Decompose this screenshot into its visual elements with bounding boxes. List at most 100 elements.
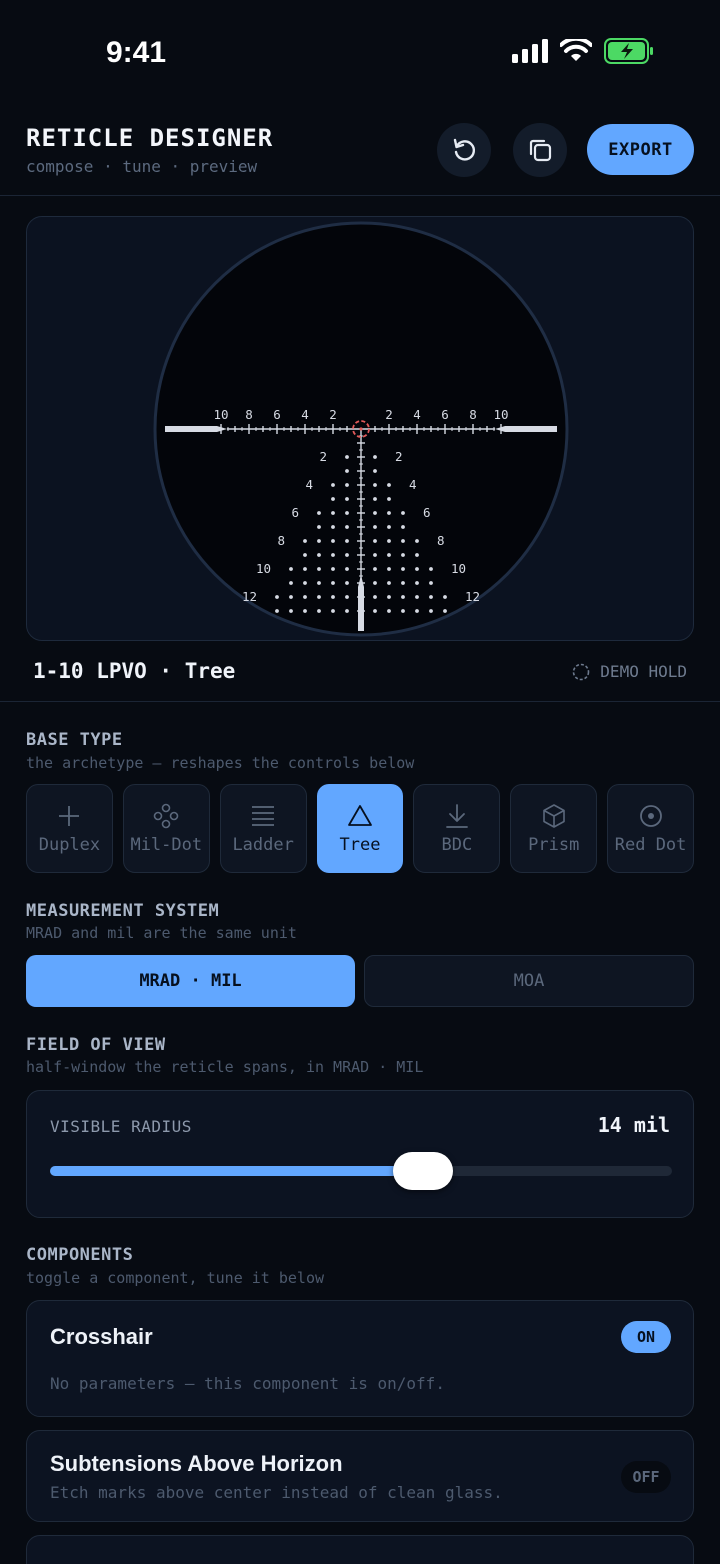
tree-dot (387, 539, 391, 543)
ladder-icon (252, 805, 275, 826)
type-label: BDC (441, 834, 473, 855)
tree-dot (373, 595, 377, 599)
reset-button[interactable] (437, 123, 491, 177)
duplicate-button[interactable] (513, 123, 567, 177)
base-type-hint: the archetype — reshapes the controls be… (26, 754, 415, 772)
tree-dot (331, 581, 335, 585)
tree-dot (373, 469, 377, 473)
fov-slider-fill (50, 1166, 424, 1176)
tree-row-label: 10 (256, 561, 271, 576)
type-label: Ladder (232, 834, 294, 855)
crosshair-toggle[interactable]: ON (621, 1321, 671, 1353)
subtensions-toggle[interactable]: OFF (621, 1461, 671, 1493)
unit-moa-button[interactable]: MOA (364, 955, 694, 1007)
fov-hint: half-window the reticle spans, in MRAD ·… (26, 1058, 424, 1076)
tree-dot (345, 553, 349, 557)
tree-dot (415, 553, 419, 557)
tree-dot (387, 581, 391, 585)
tree-dot (401, 511, 405, 515)
tree-dot (317, 539, 321, 543)
reticle-preview[interactable]: 10 8 6 4 2 2 4 6 8 10 2 2 4 4 6 6 8 8 10 10 12 12 (26, 216, 694, 641)
export-button[interactable]: EXPORT (587, 124, 694, 175)
type-prism[interactable]: Prism (510, 784, 598, 873)
tree-dot (415, 539, 419, 543)
status-bar: 9:41 (0, 0, 720, 100)
tree-row-label: 4 (305, 477, 313, 492)
tree-dot (373, 497, 377, 501)
h-tick-label: 4 (413, 407, 421, 422)
tree-dot (331, 497, 335, 501)
tree-dot (387, 567, 391, 571)
demo-hold-button[interactable]: DEMO HOLD (572, 662, 687, 681)
base-type-title: BASE TYPE (26, 730, 123, 750)
tree-dot (387, 609, 391, 613)
tree-dot (345, 469, 349, 473)
copy-icon (529, 139, 552, 162)
tree-dot (401, 581, 405, 585)
component-name: Crosshair (50, 1324, 153, 1349)
tree-dot (317, 525, 321, 529)
tree-dot (429, 581, 433, 585)
type-tree[interactable]: Tree (316, 784, 404, 873)
tree-dot (303, 595, 307, 599)
tree-dot (331, 609, 335, 613)
app-header: RETICLE DESIGNER compose · tune · previe… (0, 100, 720, 196)
fov-slider-thumb[interactable] (393, 1152, 454, 1190)
tree-dot (345, 609, 349, 613)
tree-dot (289, 595, 293, 599)
tree-row-label: 2 (395, 449, 403, 464)
dots-icon (153, 803, 179, 828)
tree-dot (345, 455, 349, 459)
type-label: Red Dot (614, 834, 687, 855)
battery-icon (604, 38, 653, 64)
status-icons (512, 38, 654, 64)
fov-slider-track[interactable] (50, 1152, 672, 1190)
tree-row-label: 12 (465, 589, 480, 604)
component-next[interactable] (26, 1535, 694, 1564)
tree-dot (317, 595, 321, 599)
tree-dot (303, 581, 307, 585)
tree-row-label: 6 (423, 505, 431, 520)
type-label: Duplex (38, 834, 101, 855)
tree-dot (401, 553, 405, 557)
h-tick-label: 8 (245, 407, 253, 422)
tree-dot (373, 539, 377, 543)
tree-dot (275, 595, 279, 599)
tree-dot (303, 539, 307, 543)
type-ladder[interactable]: Ladder (219, 784, 307, 873)
tree-dot (345, 581, 349, 585)
tree-dot (373, 609, 377, 613)
tree-dot (345, 483, 349, 487)
tree-dot (303, 567, 307, 571)
tree-dot (345, 525, 349, 529)
tree-dot (317, 553, 321, 557)
wifi-icon (560, 39, 592, 61)
type-bdc[interactable]: BDC (413, 784, 501, 873)
demo-hold-label: DEMO HOLD (600, 662, 687, 681)
tree-row-label: 4 (409, 477, 417, 492)
fov-card: VISIBLE RADIUS 14 mil (26, 1090, 694, 1218)
tree-dot (443, 609, 447, 613)
tree-dot (345, 567, 349, 571)
tree-dot (317, 511, 321, 515)
type-label: Prism (528, 834, 580, 855)
tree-row-label: 8 (277, 533, 285, 548)
tree-dot (429, 609, 433, 613)
preview-label: 1-10 LPVO · Tree (33, 659, 236, 683)
tree-dot (317, 609, 321, 613)
tree-row-label: 8 (437, 533, 445, 548)
h-tick-label: 2 (329, 407, 337, 422)
unit-mrad-button[interactable]: MRAD · MIL (26, 955, 355, 1007)
plus-icon (59, 805, 80, 826)
type-mil-dot[interactable]: Mil-Dot (122, 784, 210, 873)
type-duplex[interactable]: Duplex (26, 784, 113, 873)
measurement-title: MEASUREMENT SYSTEM (26, 901, 220, 921)
tree-dot (275, 609, 279, 613)
component-subtensions-above[interactable]: Subtensions Above Horizon Etch marks abo… (26, 1430, 694, 1522)
type-red-dot[interactable]: Red Dot (607, 784, 695, 873)
tree-dot (331, 553, 335, 557)
center-dot (359, 427, 363, 431)
tree-dot (331, 511, 335, 515)
tree-row-label: 10 (451, 561, 466, 576)
component-crosshair[interactable]: Crosshair No parameters — this component… (26, 1300, 694, 1417)
